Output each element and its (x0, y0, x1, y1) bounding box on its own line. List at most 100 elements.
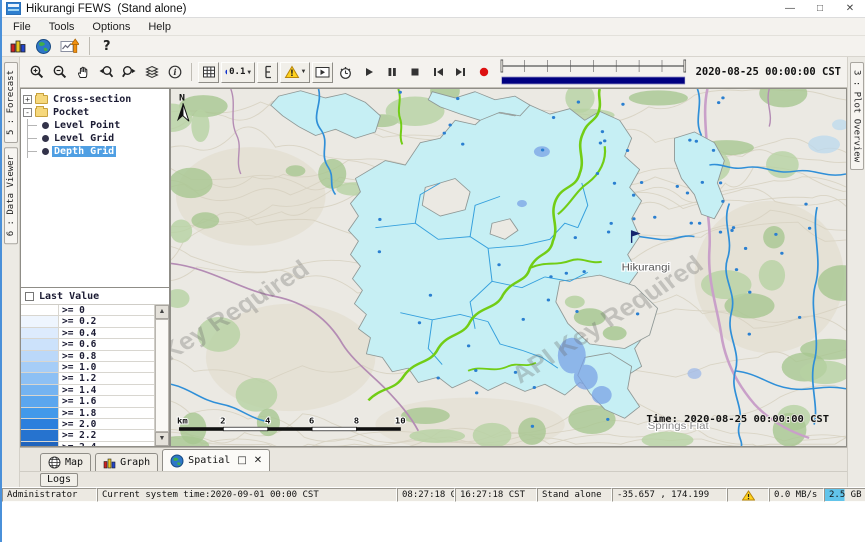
record-button[interactable] (473, 62, 494, 83)
blue-dot-icon (225, 69, 227, 75)
panel-restore-icon[interactable]: □ (237, 455, 246, 466)
skip-to-start-button[interactable] (427, 62, 448, 83)
tab-spatial[interactable]: Spatial □ ✕ (162, 449, 270, 471)
layers-button[interactable] (141, 62, 162, 83)
info-button[interactable]: i (164, 62, 185, 83)
skip-to-end-button[interactable] (450, 62, 471, 83)
folder-icon (35, 108, 48, 117)
spatial-display-button[interactable] (33, 36, 54, 57)
sidebar-tab-data-viewer[interactable]: 6 : Data Viewer (4, 147, 18, 244)
zoom-next-button[interactable] (118, 62, 139, 83)
tree-connector (27, 132, 39, 145)
tree-item-depth-grid[interactable]: Depth Grid (23, 145, 167, 158)
toolbar-separator (89, 37, 90, 55)
play-button[interactable] (358, 62, 379, 83)
legend-row[interactable]: >= 1.4 (21, 385, 154, 396)
title-bar: Hikurangi FEWS (Stand alone) — □ ✕ (2, 0, 865, 18)
legend-row[interactable]: >= 0.2 (21, 316, 154, 327)
threshold-value-button[interactable]: 0.1 ▼ (221, 62, 255, 83)
tree-item-cross-section[interactable]: + Cross-section (23, 93, 167, 106)
legend-panel: Last Value >= 0>= 0.2>= 0.4>= 0.6>= 0.8>… (20, 288, 170, 447)
tree-item-label[interactable]: Cross-section (51, 94, 133, 105)
legend-label: >= 2.2 (59, 430, 154, 440)
right-tab-strip: 3 : Plot Overview (847, 57, 865, 487)
menu-file[interactable]: File (4, 21, 40, 33)
expand-icon[interactable]: + (23, 95, 32, 104)
panel-close-icon[interactable]: ✕ (254, 455, 262, 466)
legend-label: >= 0.2 (59, 316, 154, 326)
tree-item-level-point[interactable]: Level Point (23, 119, 167, 132)
legend-row[interactable]: >= 0.4 (21, 328, 154, 339)
maximize-button[interactable]: □ (805, 0, 835, 17)
folder-icon (35, 95, 48, 104)
scale-tick-label: 4 (265, 417, 270, 426)
tree-item-label[interactable]: Pocket (51, 107, 91, 118)
svg-text:!: ! (290, 69, 294, 79)
pan-button[interactable] (72, 62, 93, 83)
tree-item-label[interactable]: Level Grid (52, 133, 116, 144)
warning-filter-button[interactable]: ! ▼ (280, 62, 310, 83)
minimize-button[interactable]: — (775, 0, 805, 17)
legend-row[interactable]: >= 2.0 (21, 419, 154, 430)
legend-row[interactable]: >= 2.2 (21, 430, 154, 441)
grid-display-button[interactable] (198, 62, 219, 83)
last-value-checkbox[interactable] (25, 292, 34, 301)
scale-unit-label: km (177, 417, 188, 426)
zoom-out-button[interactable] (49, 62, 70, 83)
status-warning-cell[interactable] (727, 488, 769, 502)
help-button[interactable]: ? (99, 39, 115, 54)
map-view[interactable]: API Key Required API Key Required Hikura… (170, 88, 847, 447)
legend-swatch (21, 305, 59, 315)
scrollbar-thumb[interactable] (155, 319, 169, 432)
window-title: Hikurangi FEWS (Stand alone) (26, 3, 770, 15)
database-button[interactable] (7, 36, 28, 57)
menu-help[interactable]: Help (139, 21, 180, 33)
legend-row[interactable]: >= 0.6 (21, 339, 154, 350)
legend-row[interactable]: >= 1.0 (21, 362, 154, 373)
legend-row[interactable]: >= 2.4 (21, 442, 154, 446)
zoom-previous-button[interactable] (95, 62, 116, 83)
legend-row[interactable]: >= 1.8 (21, 408, 154, 419)
legend-row[interactable]: >= 0 (21, 305, 154, 316)
legend-row[interactable]: >= 1.2 (21, 373, 154, 384)
hand-icon (75, 64, 91, 80)
tree-item-label-selected[interactable]: Depth Grid (52, 146, 116, 157)
tree-item-level-grid[interactable]: Level Grid (23, 132, 167, 145)
legend-scrollbar[interactable]: ▲ ▼ (154, 305, 169, 446)
tab-map[interactable]: Map (40, 453, 91, 471)
collapse-icon[interactable]: - (23, 108, 32, 117)
animation-button[interactable] (312, 62, 333, 83)
time-slider-track (500, 58, 687, 86)
status-memory[interactable]: 2.5 GB (824, 488, 865, 502)
stop-button[interactable] (404, 62, 425, 83)
logs-button[interactable]: Logs (40, 473, 78, 487)
close-button[interactable]: ✕ (835, 0, 865, 17)
map-time-label: Time: 2020-08-25 00:00:00 CST (646, 413, 829, 424)
sidebar-tab-forecast[interactable]: 5 : Forecast (4, 62, 18, 143)
menu-tools[interactable]: Tools (40, 21, 84, 33)
pause-button[interactable] (381, 62, 402, 83)
legend-row[interactable]: >= 0.8 (21, 351, 154, 362)
time-slider[interactable] (500, 58, 687, 86)
sidebar-tab-plot-overview[interactable]: 3 : Plot Overview (850, 62, 864, 170)
tree-connector (27, 119, 39, 132)
legend-label: >= 0.8 (59, 351, 154, 361)
scroll-up-icon[interactable]: ▲ (155, 305, 169, 319)
scroll-down-icon[interactable]: ▼ (155, 432, 169, 446)
legend-row[interactable]: >= 1.6 (21, 396, 154, 407)
zoom-in-button[interactable] (26, 62, 47, 83)
scale-tick-label: 8 (354, 417, 359, 426)
legend-label: >= 2.4 (59, 442, 154, 446)
town-label: Hikurangi (622, 262, 670, 273)
menu-options[interactable]: Options (83, 21, 139, 33)
tree-item-label[interactable]: Level Point (52, 120, 122, 131)
timer-clock-icon (337, 64, 354, 81)
scale-button[interactable] (257, 62, 278, 83)
timeseries-display-button[interactable] (59, 36, 80, 57)
chart-up-arrow-icon (60, 38, 79, 54)
tab-graph[interactable]: Graph (95, 453, 158, 471)
tab-map-label: Map (65, 457, 83, 468)
tree-item-pocket[interactable]: - Pocket (23, 106, 167, 119)
timer-button[interactable] (335, 62, 356, 83)
legend-label: >= 0 (59, 305, 154, 315)
